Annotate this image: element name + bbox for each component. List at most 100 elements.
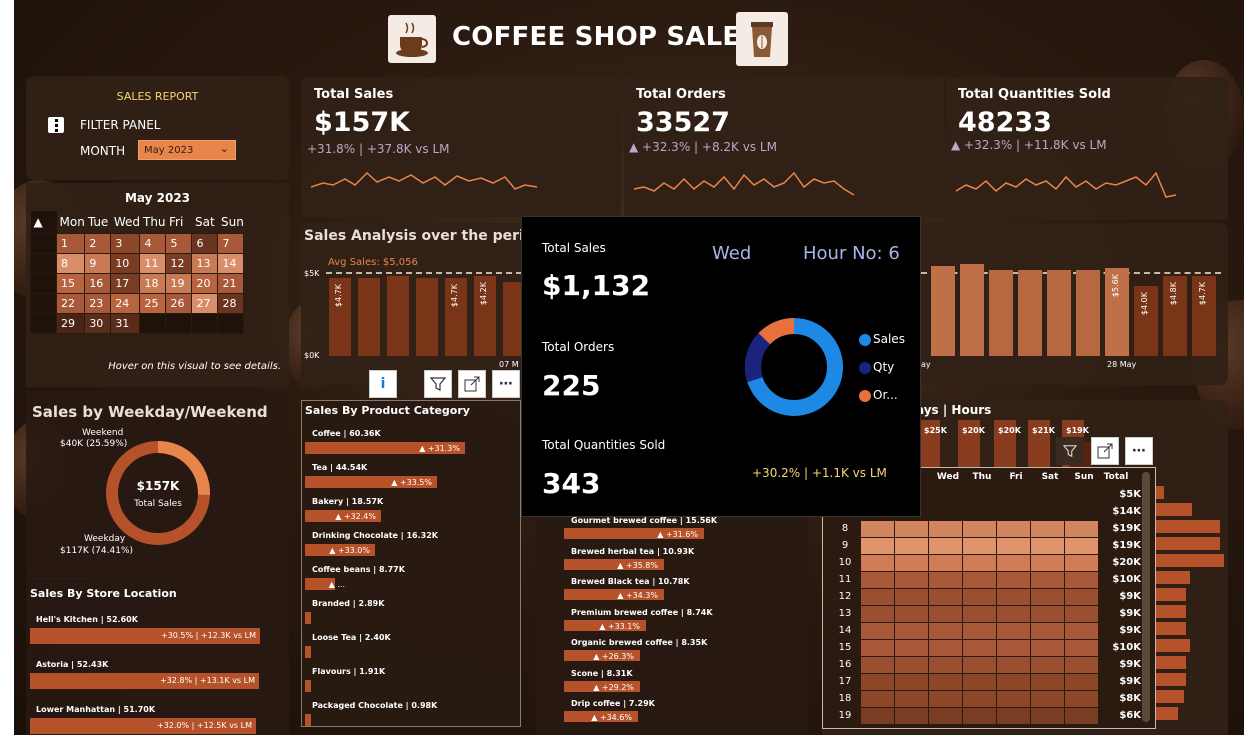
heatmap-cell[interactable] xyxy=(1065,572,1098,588)
heatmap-cell[interactable] xyxy=(1065,708,1098,724)
heatmap-cell[interactable] xyxy=(997,657,1030,673)
heatmap-cell[interactable] xyxy=(1065,555,1098,571)
heatmap-cell[interactable] xyxy=(997,589,1030,605)
heatmap-cell[interactable] xyxy=(963,691,996,707)
analysis-bars-left[interactable]: $4.7K $4.7K $4.2K xyxy=(329,263,529,356)
calendar-day[interactable]: 17 xyxy=(110,272,141,294)
kpi-total-quantities[interactable]: Total Quantities Sold 48233 ▲ +32.3% | +… xyxy=(946,77,1228,220)
heatmap-scrollbar[interactable] xyxy=(1142,472,1150,722)
heatmap-row[interactable] xyxy=(861,572,1101,589)
heatmap-cell[interactable] xyxy=(861,640,894,656)
heatmap-cell[interactable] xyxy=(929,606,962,622)
analysis-bar[interactable] xyxy=(1076,270,1100,356)
heatmap-cell[interactable] xyxy=(997,640,1030,656)
heatmap-cell[interactable] xyxy=(895,623,928,639)
heatmap-cell[interactable] xyxy=(861,674,894,690)
heatmap-cell[interactable] xyxy=(895,521,928,537)
analysis-bar[interactable]: $4.7K xyxy=(1192,276,1216,356)
heatmap-cell[interactable] xyxy=(1031,640,1064,656)
heatmap-row[interactable] xyxy=(861,691,1101,708)
heatmap-cell[interactable] xyxy=(1065,606,1098,622)
heatmap-cell[interactable] xyxy=(1031,572,1064,588)
focus-mode-icon[interactable] xyxy=(458,370,486,398)
calendar-day[interactable]: 5 xyxy=(165,232,193,254)
heatmap-cell[interactable] xyxy=(963,538,996,554)
heatmap-cell[interactable] xyxy=(1065,521,1098,537)
analysis-bar[interactable] xyxy=(358,278,380,356)
heatmap-cell[interactable] xyxy=(895,572,928,588)
calendar-day[interactable]: 11 xyxy=(139,252,167,274)
heatmap-row[interactable] xyxy=(861,606,1101,623)
heatmap-cell[interactable] xyxy=(997,674,1030,690)
analysis-bar[interactable]: $4.0K xyxy=(1134,286,1158,356)
heatmap-cell[interactable] xyxy=(861,589,894,605)
heatmap-cell[interactable] xyxy=(997,606,1030,622)
heatmap-cell[interactable] xyxy=(1031,521,1064,537)
analysis-bar[interactable]: $4.7K xyxy=(329,278,351,356)
calendar-day[interactable]: 10 xyxy=(110,252,141,274)
heatmap-cell[interactable] xyxy=(929,708,962,724)
heatmap-cell[interactable] xyxy=(1065,623,1098,639)
calendar-day[interactable]: 12 xyxy=(165,252,193,274)
category-bar[interactable] xyxy=(305,612,311,624)
month-dropdown[interactable]: May 2023 ⌄ xyxy=(138,140,236,160)
calendar-day[interactable]: 16 xyxy=(84,272,112,294)
calendar-collapse-icon[interactable]: ▲ xyxy=(30,211,57,233)
calendar-day[interactable]: 22 xyxy=(55,292,86,314)
heatmap-cell[interactable] xyxy=(895,708,928,724)
filter-menu-icon[interactable] xyxy=(48,117,64,133)
heatmap-cell[interactable] xyxy=(963,572,996,588)
more-options-icon-2[interactable]: ⋯ xyxy=(1125,437,1153,465)
heatmap-cell[interactable] xyxy=(929,623,962,639)
heatmap-cell[interactable] xyxy=(861,521,894,537)
heatmap-cell[interactable] xyxy=(861,555,894,571)
heatmap-row[interactable] xyxy=(861,589,1101,606)
heatmap-cell[interactable] xyxy=(929,657,962,673)
calendar-day[interactable]: 31 xyxy=(110,312,141,334)
heatmap-cell[interactable] xyxy=(1065,640,1098,656)
heatmap-cell[interactable] xyxy=(1031,657,1064,673)
heatmap-cell[interactable] xyxy=(929,674,962,690)
heatmap-cell[interactable] xyxy=(963,674,996,690)
heatmap-cell[interactable] xyxy=(895,674,928,690)
calendar-day[interactable]: 14 xyxy=(217,252,245,274)
calendar-day[interactable]: 29 xyxy=(55,312,86,334)
filter-icon-2[interactable] xyxy=(1056,437,1084,465)
analysis-bar[interactable] xyxy=(989,270,1013,356)
heatmap-row[interactable] xyxy=(861,674,1101,691)
heatmap-cell[interactable] xyxy=(861,657,894,673)
heatmap-cell[interactable] xyxy=(861,572,894,588)
heatmap-cell[interactable] xyxy=(997,521,1030,537)
heatmap-cell[interactable] xyxy=(929,538,962,554)
heatmap-cell[interactable] xyxy=(895,657,928,673)
heatmap-cell[interactable] xyxy=(929,572,962,588)
heatmap-cell[interactable] xyxy=(963,623,996,639)
heatmap-cell[interactable] xyxy=(1031,606,1064,622)
analysis-bar[interactable]: $4.7K xyxy=(445,278,467,356)
heatmap-row[interactable] xyxy=(861,708,1101,725)
heatmap-cell[interactable] xyxy=(997,691,1030,707)
calendar-day[interactable]: 24 xyxy=(110,292,141,314)
calendar-day[interactable]: 15 xyxy=(55,272,86,294)
calendar-grid[interactable]: ▲ Mon Tue Wed Thu Fri Sat Sun 1234567 89… xyxy=(30,211,245,334)
heatmap-cell[interactable] xyxy=(1031,555,1064,571)
heatmap-cell[interactable] xyxy=(895,640,928,656)
heatmap-cell[interactable] xyxy=(929,555,962,571)
weekday-weekend-donut[interactable] xyxy=(104,439,212,547)
analysis-bar[interactable]: $4.8K xyxy=(1163,276,1187,356)
calendar-day[interactable]: 2 xyxy=(84,232,112,254)
heatmap-cell[interactable] xyxy=(1065,691,1098,707)
calendar-day[interactable]: 25 xyxy=(139,292,167,314)
heatmap-cell[interactable] xyxy=(895,589,928,605)
kpi-total-orders[interactable]: Total Orders 33527 ▲ +32.3% | +8.2K vs L… xyxy=(624,77,944,217)
heatmap-cell[interactable] xyxy=(1065,657,1098,673)
heatmap-cell[interactable] xyxy=(929,589,962,605)
heatmap-cell[interactable] xyxy=(861,708,894,724)
heatmap-cell[interactable] xyxy=(997,572,1030,588)
filter-icon[interactable] xyxy=(424,370,452,398)
calendar-day[interactable]: 23 xyxy=(84,292,112,314)
heatmap-row[interactable] xyxy=(861,555,1101,572)
focus-mode-icon-2[interactable] xyxy=(1091,437,1119,465)
kpi-total-sales[interactable]: Total Sales $157K +31.8% | +37.8K vs LM xyxy=(301,77,621,217)
heatmap-cell[interactable] xyxy=(997,708,1030,724)
